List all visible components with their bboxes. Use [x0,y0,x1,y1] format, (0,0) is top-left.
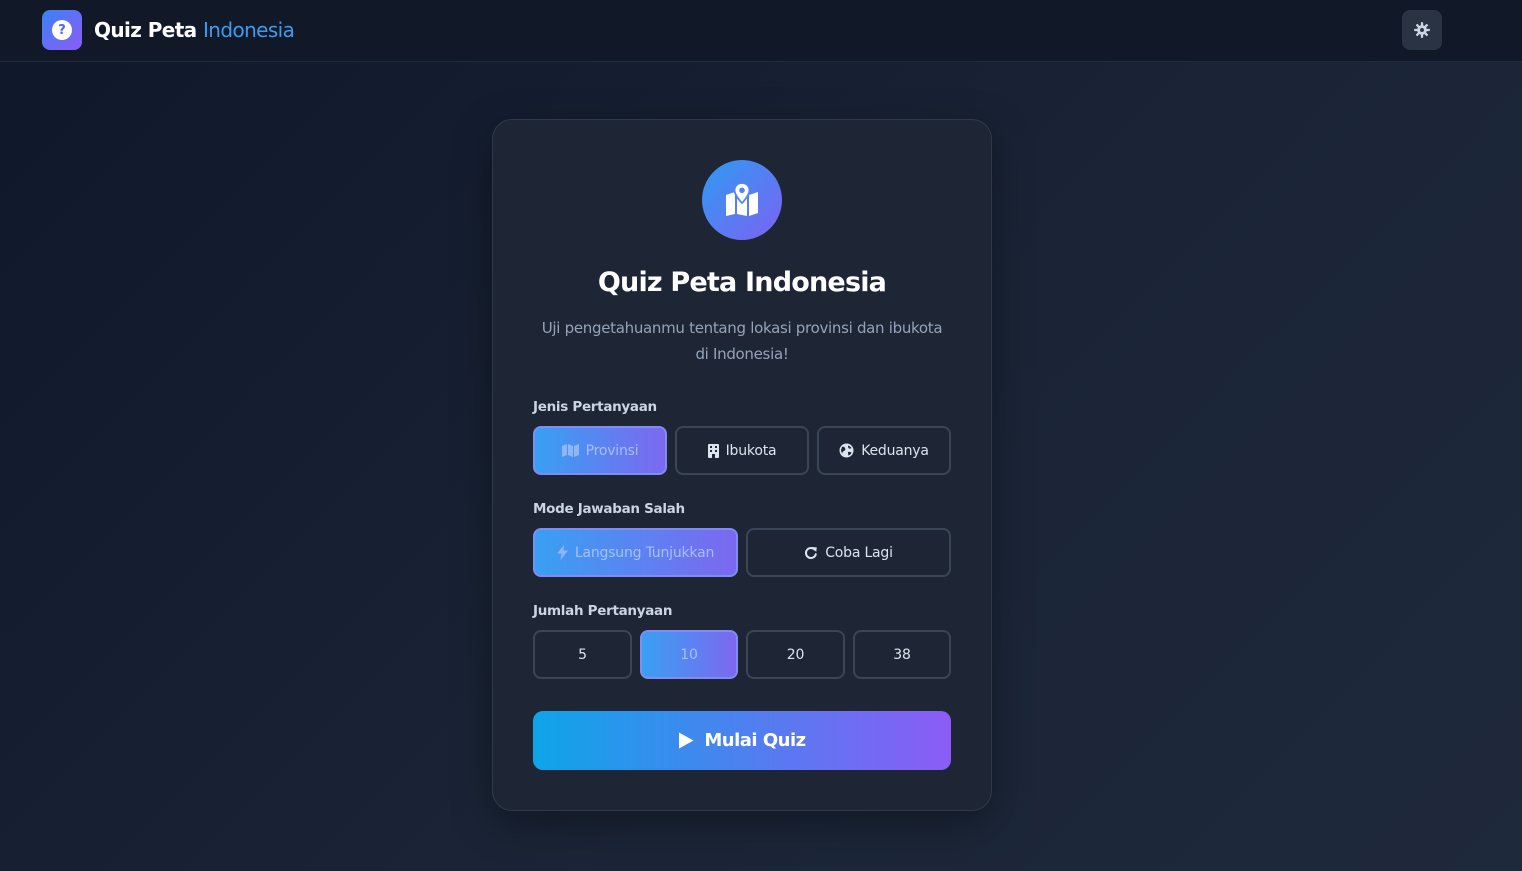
count-option-38-label: 38 [893,646,911,663]
option-ibukota[interactable]: Ibukota [675,426,809,475]
question-count-label: Jumlah Pertanyaan [533,603,673,619]
map-icon [561,444,579,457]
option-ibukota-label: Ibukota [725,442,777,459]
gear-icon [1413,21,1431,39]
option-keduanya-label: Keduanya [861,442,929,459]
count-option-38[interactable]: 38 [853,630,951,679]
page-title: Quiz Peta Indonesia [597,267,887,298]
brand-title: Quiz Peta Indonesia [94,18,295,42]
option-provinsi[interactable]: Provinsi [533,426,667,475]
brand-title-accent: Indonesia [202,18,295,42]
top-navbar: ? Quiz Peta Indonesia [0,0,1522,62]
question-circle-icon: ? [52,20,72,40]
wrong-mode-label: Mode Jawaban Salah [533,501,685,517]
option-keduanya[interactable]: Keduanya [817,426,951,475]
count-option-5[interactable]: 5 [533,630,632,679]
redo-icon [804,546,818,560]
settings-button[interactable] [1402,10,1442,50]
count-option-10[interactable]: 10 [640,630,738,679]
bolt-icon [556,545,568,560]
quiz-setup-card: Quiz Peta Indonesia Uji pengetahuanmu te… [492,119,992,811]
page-subtitle: Uji pengetahuanmu tentang lokasi provins… [533,315,951,367]
app-logo[interactable]: ? [42,10,82,50]
building-icon [707,443,719,458]
option-provinsi-label: Provinsi [585,442,639,459]
play-icon [678,732,694,749]
start-quiz-button[interactable]: Mulai Quiz [533,711,951,770]
globe-icon [839,443,854,458]
option-coba-lagi-label: Coba Lagi [825,544,893,561]
subtitle-line-2: di Indonesia! [695,345,789,363]
count-option-10-label: 10 [680,646,698,663]
count-option-5-label: 5 [578,646,587,663]
map-location-icon [702,160,782,240]
option-langsung-tunjukkan[interactable]: Langsung Tunjukkan [533,528,738,577]
option-coba-lagi[interactable]: Coba Lagi [746,528,951,577]
count-option-20[interactable]: 20 [746,630,845,679]
count-option-20-label: 20 [786,646,805,663]
start-quiz-label: Mulai Quiz [704,730,806,751]
option-langsung-tunjukkan-label: Langsung Tunjukkan [574,544,715,561]
brand-title-main: Quiz Peta [94,18,197,42]
question-type-label: Jenis Pertanyaan [533,399,657,415]
subtitle-line-1: Uji pengetahuanmu tentang lokasi provins… [541,319,943,337]
